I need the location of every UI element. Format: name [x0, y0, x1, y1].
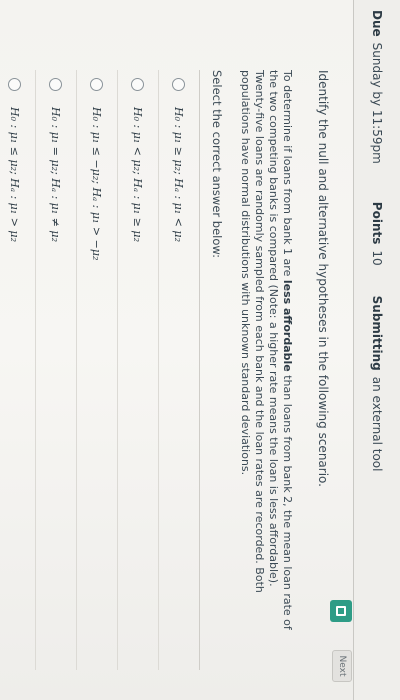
question-scenario: To determine if loans from bank 1 are le…	[238, 70, 294, 630]
points: Points 10	[370, 202, 384, 266]
assignment-page: Due Sunday by 11:59pm Points 10 Submitti…	[0, 0, 400, 700]
option-text: H₀ : μ₁ < μ₂; Hₐ : μ₁ ≥ μ₂	[131, 107, 145, 242]
submitting-value: an external tool	[370, 376, 384, 472]
answer-option-1[interactable]: H₀ : μ₁ ≥ μ₂; Hₐ : μ₁ < μ₂	[158, 70, 199, 670]
due-value: Sunday by 11:59pm	[370, 42, 384, 164]
answer-option-3[interactable]: H₀ : μ₁ ≤ −μ₂; Hₐ : μ₁ > −μ₂	[76, 70, 117, 670]
answer-option-2[interactable]: H₀ : μ₁ < μ₂; Hₐ : μ₁ ≥ μ₂	[117, 70, 158, 670]
due-date: Due Sunday by 11:59pm	[370, 10, 384, 164]
scenario-text-1: To determine if loans from bank 1 are	[281, 70, 294, 280]
calculator-icon	[336, 606, 346, 616]
due-label: Due	[370, 10, 384, 37]
question-panel: Identify the null and alternative hypoth…	[0, 70, 330, 670]
submitting-label: Submitting	[370, 295, 384, 371]
submission-type: Submitting an external tool	[370, 296, 384, 472]
answer-option-4[interactable]: H₀ : μ₁ = μ₂; Hₐ : μ₁ ≠ μ₂	[35, 70, 76, 670]
answer-options: H₀ : μ₁ ≥ μ₂; Hₐ : μ₁ < μ₂ H₀ : μ₁ < μ₂;…	[0, 70, 200, 670]
next-button[interactable]: Next	[332, 650, 352, 682]
screen: Due Sunday by 11:59pm Points 10 Submitti…	[0, 0, 400, 700]
radio-button[interactable]	[90, 78, 104, 91]
radio-button[interactable]	[172, 78, 186, 91]
option-text: H₀ : μ₁ ≤ μ₂; Hₐ : μ₁ > μ₂	[8, 107, 22, 242]
radio-button[interactable]	[49, 78, 63, 91]
points-value: 10	[370, 250, 384, 266]
answer-prompt: Select the correct answer below:	[210, 70, 224, 259]
option-text: H₀ : μ₁ ≤ −μ₂; Hₐ : μ₁ > −μ₂	[90, 107, 104, 261]
option-text: H₀ : μ₁ ≥ μ₂; Hₐ : μ₁ < μ₂	[172, 107, 186, 242]
option-text: H₀ : μ₁ = μ₂; Hₐ : μ₁ ≠ μ₂	[49, 107, 63, 242]
scenario-emphasis: less affordable	[281, 279, 294, 372]
question-intro: Identify the null and alternative hypoth…	[316, 70, 330, 487]
radio-button[interactable]	[8, 78, 22, 91]
points-label: Points	[370, 201, 384, 245]
answer-option-5[interactable]: H₀ : μ₁ ≤ μ₂; Hₐ : μ₁ > μ₂	[0, 70, 35, 670]
assignment-details-bar: Due Sunday by 11:59pm Points 10 Submitti…	[353, 0, 400, 700]
calculator-button[interactable]	[330, 600, 352, 622]
radio-button[interactable]	[131, 78, 145, 91]
